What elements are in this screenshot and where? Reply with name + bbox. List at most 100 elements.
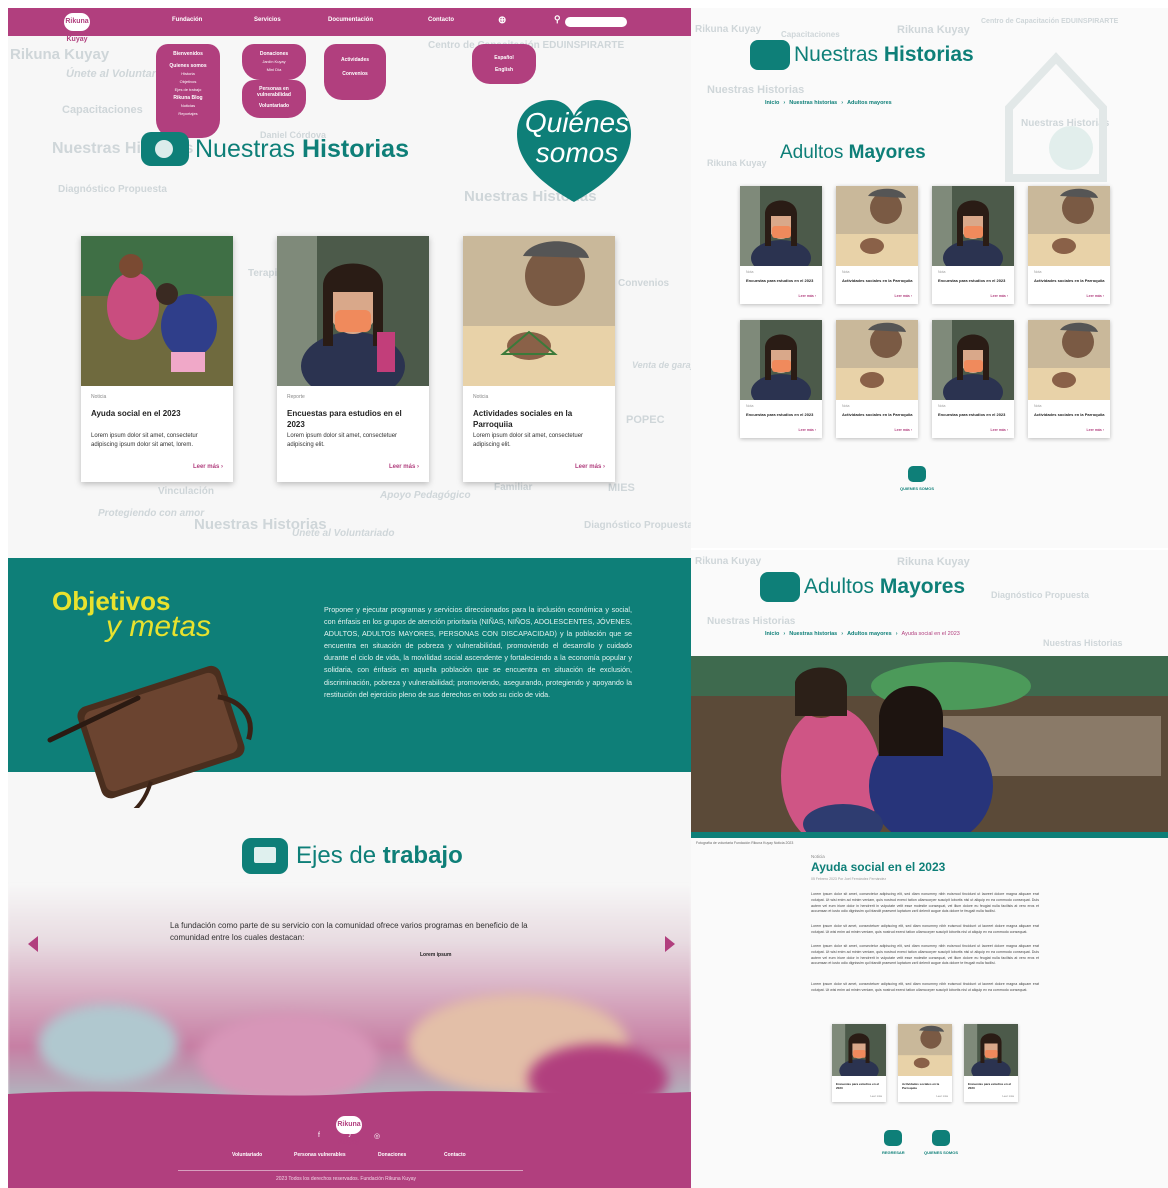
read-more-link[interactable]: Leer más › — [894, 428, 912, 432]
dropdown-item[interactable]: Voluntariado — [242, 102, 306, 110]
breadcrumb-item[interactable]: Adultos mayores — [847, 100, 892, 106]
story-photo — [932, 186, 1014, 266]
dropdown-header[interactable]: Actividades — [324, 56, 386, 64]
related-story-card[interactable]: Encuestas para estudios en el 2023 Leer … — [832, 1024, 886, 1102]
globe-icon[interactable]: ⊕ — [498, 15, 506, 26]
page-title: Nuestras Historias — [141, 132, 409, 166]
carousel-prev-arrow-icon[interactable] — [28, 936, 38, 952]
section-heading: Adultos Mayores — [780, 142, 926, 164]
quienes-somos-button[interactable]: QUIENES SOMOS — [900, 466, 934, 491]
nav-item-servicios[interactable]: Servicios — [254, 17, 281, 23]
story-excerpt: Lorem ipsum dolor sit amet, consectetuer… — [473, 433, 584, 448]
dropdown-item[interactable]: Mini Día — [242, 66, 306, 74]
watermark-text: Nuestras Historias — [707, 84, 805, 96]
story-card[interactable]: Nota Encuestas para estudios en el 2023 … — [740, 186, 822, 304]
language-option-en[interactable]: English — [472, 66, 536, 74]
quienes-somos-button[interactable]: QUIENES SOMOS — [924, 1130, 958, 1155]
quienes-somos-label: QUIENES SOMOS — [924, 1150, 959, 1155]
story-title: Encuestas para estudios en el 2023 — [968, 1082, 1012, 1090]
story-title: Encuestas para estudios en el 2023 — [287, 409, 402, 429]
read-more-link[interactable]: Leer más › — [990, 294, 1008, 298]
search-icon[interactable]: ⚲ — [554, 14, 561, 25]
footer-link-personas[interactable]: Personas vulnerables — [294, 1152, 346, 1158]
heart-line-2: somos — [535, 137, 619, 168]
title-bold: Historias — [302, 134, 409, 163]
story-card[interactable]: Noticia Ayuda social en el 2023 Lorem ip… — [81, 236, 233, 482]
breadcrumb-item[interactable]: Adultos mayores — [847, 631, 892, 637]
breadcrumb-item[interactable]: Nuestras historias — [789, 100, 837, 106]
watermark-text: Centro de Capacitación EDUINSPIRARTE — [981, 18, 1119, 25]
watermark-text: Rikuna Kuyay — [707, 158, 767, 168]
dropdown-item[interactable]: Noticias — [156, 102, 220, 110]
instagram-icon[interactable]: ◎ — [374, 1132, 380, 1140]
footer: Rikuna Kuyay — [8, 1091, 691, 1188]
dropdown-item[interactable]: Quienes somos — [156, 62, 220, 70]
story-card[interactable]: Nota Actividades sociales en la Parroqui… — [1028, 320, 1110, 438]
read-more-link[interactable]: Leer más — [870, 1094, 882, 1098]
dropdown-header[interactable]: Donaciones — [242, 50, 306, 58]
read-more-link[interactable]: Leer más › — [389, 464, 419, 470]
story-card[interactable]: Nota Encuestas para estudios en el 2023 … — [932, 186, 1014, 304]
story-card[interactable]: Nota Actividades sociales en la Parroqui… — [836, 320, 918, 438]
dropdown-item[interactable]: Jardín Kuyay — [242, 58, 306, 66]
story-card[interactable]: Nota Actividades sociales en la Parroqui… — [836, 186, 918, 304]
story-card[interactable]: Nota Encuestas para estudios en el 2023 … — [932, 320, 1014, 438]
dropdown-item[interactable]: Ejes de trabajo — [156, 86, 220, 94]
dropdown-header[interactable]: Personas en vulnerabilidad — [242, 86, 306, 98]
story-card[interactable]: Nota Actividades sociales en la Parroqui… — [1028, 186, 1110, 304]
watermark-text: Nuestras Historias — [1043, 638, 1123, 648]
related-story-card[interactable]: Actividades sociales en la Parroquiia Le… — [898, 1024, 952, 1102]
story-title: Actividades sociales en la Parroquiia — [1034, 278, 1105, 283]
nav-item-fundacion[interactable]: Fundación — [172, 17, 202, 23]
read-more-link[interactable]: Leer más › — [193, 464, 223, 470]
read-more-link[interactable]: Leer más › — [990, 428, 1008, 432]
story-excerpt: Lorem ipsum dolor sit amet, consectetur … — [91, 433, 198, 448]
read-more-link[interactable]: Leer más › — [894, 294, 912, 298]
article-paragraph: Lorem ipsum dolor sit amet, consectetur … — [811, 892, 1039, 914]
logo[interactable]: Rikuna Kuyay — [64, 13, 90, 43]
dropdown-item[interactable]: Convenios — [324, 70, 386, 78]
camera-icon — [760, 572, 800, 602]
read-more-link[interactable]: Leer más — [936, 1094, 948, 1098]
nav-item-contacto[interactable]: Contacto — [428, 17, 454, 23]
read-more-link[interactable]: Leer más › — [575, 464, 605, 470]
breadcrumb-item[interactable]: Inicio — [765, 631, 779, 637]
read-more-link[interactable]: Leer más › — [1086, 428, 1104, 432]
footer-link-voluntariado[interactable]: Voluntariado — [232, 1152, 262, 1158]
back-button[interactable]: REGRESAR — [882, 1130, 905, 1155]
objetivos-text: Proponer y ejecutar programas y servicio… — [324, 605, 632, 699]
read-more-link[interactable]: Leer más › — [1086, 294, 1104, 298]
breadcrumb-item[interactable]: Nuestras historias — [789, 631, 837, 637]
story-hero-photo — [691, 656, 1168, 838]
quienes-somos-link[interactable]: Quiénes somos — [518, 108, 636, 168]
story-category: Noticia — [473, 394, 489, 400]
dropdown-item[interactable]: Objetivos — [156, 78, 220, 86]
related-story-card[interactable]: Encuestas para estudios en el 2023 Leer … — [964, 1024, 1018, 1102]
language-option-es[interactable]: Español — [472, 54, 536, 62]
story-card[interactable]: Reporte Encuestas para estudios en el 20… — [277, 236, 429, 482]
read-more-link[interactable]: Leer más › — [798, 428, 816, 432]
carousel-next-arrow-icon[interactable] — [665, 936, 675, 952]
title-light: Nuestras — [195, 134, 296, 163]
search-input[interactable] — [565, 17, 627, 27]
title-bold: Mayores — [879, 575, 966, 598]
read-more-link[interactable]: Leer más › — [798, 294, 816, 298]
nav-item-documentacion[interactable]: Documentación — [328, 17, 373, 23]
dropdown-header[interactable]: Bienvenidos — [156, 50, 220, 58]
title-light: Nuestras — [794, 43, 879, 66]
watermark-text: Familiar — [494, 482, 533, 493]
top-navigation-bar: Rikuna Kuyay Fundación Servicios Documen… — [8, 8, 691, 43]
dropdown-item[interactable]: Reportajes — [156, 110, 220, 118]
footer-link-contacto[interactable]: Contacto — [444, 1152, 466, 1158]
tiktok-icon[interactable]: ♪ — [348, 1132, 352, 1139]
footer-link-donaciones[interactable]: Donaciones — [378, 1152, 406, 1158]
article-date: 05 Febrero 2023 Por Joel Fernández Ferná… — [811, 877, 887, 881]
dropdown-item[interactable]: Rikuna Blog — [156, 94, 220, 102]
facebook-icon[interactable]: f — [318, 1132, 320, 1139]
breadcrumb-item[interactable]: Inicio — [765, 100, 779, 106]
story-card[interactable]: Noticia Actividades sociales en la Parro… — [463, 236, 615, 482]
story-card[interactable]: Nota Encuestas para estudios en el 2023 … — [740, 320, 822, 438]
dropdown-item[interactable]: Historia — [156, 70, 220, 78]
article-paragraph: Lorem ipsum dolor sit amet, consectetuer… — [811, 924, 1039, 934]
read-more-link[interactable]: Leer más — [1002, 1094, 1014, 1098]
